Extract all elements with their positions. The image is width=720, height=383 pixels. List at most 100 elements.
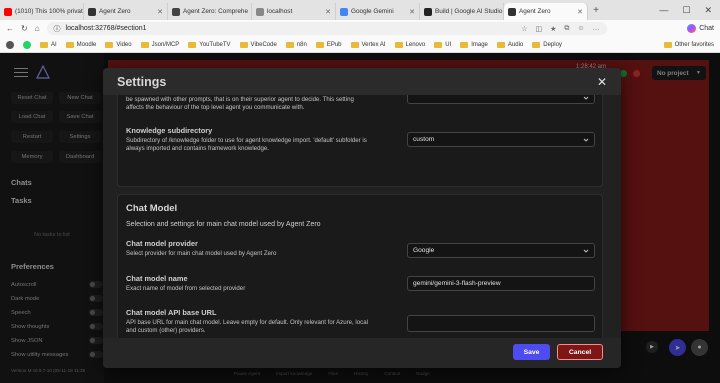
- model-name-desc: Exact name of model from selected provid…: [126, 285, 246, 292]
- browser-tab[interactable]: Agent Zero ✕: [84, 3, 168, 20]
- browser-tab-active[interactable]: Agent Zero ✕: [504, 3, 588, 20]
- folder-icon: [394, 41, 403, 48]
- knowledge-select[interactable]: custom: [407, 132, 595, 147]
- chat-model-title: Chat Model: [126, 203, 178, 214]
- favorites-icon[interactable]: ★: [550, 25, 556, 33]
- agent-intro-partial-1: be spawned with other prompts, that is o…: [126, 96, 354, 103]
- folder-icon: [350, 41, 359, 48]
- browser-tab-bar: (1010) This 100% privat✕ Agent Zero✕ Age…: [0, 0, 720, 20]
- provider-desc: Select provider for main chat model used…: [126, 250, 277, 257]
- folder-icon: [663, 41, 672, 48]
- profile-icon[interactable]: ☺: [577, 25, 584, 33]
- provider-label: Chat model provider: [126, 239, 198, 248]
- provider-select[interactable]: Google: [407, 243, 595, 258]
- api-base-input[interactable]: [407, 315, 595, 332]
- agent-zero-icon: [172, 7, 180, 16]
- bookmark-folder[interactable]: Lenovo: [394, 41, 425, 48]
- model-name-input[interactable]: gemini/gemini-3-flash-preview: [407, 276, 595, 291]
- bookmark-folder[interactable]: Image: [460, 41, 488, 48]
- refresh-icon[interactable]: ↻: [21, 24, 28, 33]
- close-tab-icon[interactable]: ✕: [577, 8, 583, 16]
- url-field[interactable]: ⓘ localhost:32768/#section1 ☆ ◫ ★ ⧉ ☺ …: [46, 22, 607, 35]
- minimize-icon[interactable]: —: [659, 5, 668, 16]
- settings-modal: Settings ✕ be spawned with other prompts…: [103, 68, 621, 368]
- bookmark-folder[interactable]: Video: [105, 41, 132, 48]
- model-name-setting: Chat model name Exact name of model from…: [126, 274, 406, 293]
- save-button[interactable]: Save: [513, 344, 550, 360]
- knowledge-setting: Knowledge subdirectory Subdirectory of /…: [126, 126, 406, 152]
- browser-tab[interactable]: localhost ✕: [252, 3, 336, 20]
- bookmark-folder[interactable]: AI: [40, 41, 57, 48]
- collections-icon[interactable]: ⧉: [564, 25, 569, 33]
- home-icon[interactable]: ⌂: [35, 24, 40, 33]
- agent-zero-icon: [88, 7, 96, 16]
- knowledge-desc-2: always imported and contains framework k…: [126, 144, 269, 152]
- folder-icon: [188, 41, 197, 48]
- bookmark-folder[interactable]: Json/MCP: [140, 41, 179, 48]
- copilot-button[interactable]: Chat: [687, 24, 714, 33]
- folder-icon: [140, 41, 149, 48]
- knowledge-label: Knowledge subdirectory: [126, 126, 213, 135]
- bookmark-folder[interactable]: YouTubeTV: [188, 41, 231, 48]
- bookmark-folder[interactable]: n8n: [285, 41, 307, 48]
- info-icon[interactable]: ⓘ: [54, 24, 61, 34]
- modal-header: Settings ✕: [103, 68, 621, 95]
- bookmark-folder[interactable]: Vertex AI: [350, 41, 386, 48]
- bookmark-round-icon: [6, 40, 14, 49]
- window-controls: — ☐ ✕: [659, 5, 720, 16]
- bookmark-folder[interactable]: Audio: [496, 41, 523, 48]
- chat-model-section: Chat Model Selection and settings for ma…: [117, 194, 603, 338]
- api-base-setting: Chat model API base URL API base URL for…: [126, 308, 406, 334]
- ai-studio-icon: [424, 7, 432, 16]
- model-name-label: Chat model name: [126, 274, 188, 283]
- folder-icon: [239, 41, 248, 48]
- close-icon[interactable]: ✕: [597, 75, 607, 89]
- folder-icon: [315, 41, 324, 48]
- agent-prompt-select[interactable]: [407, 95, 595, 104]
- folder-icon: [434, 41, 443, 48]
- browser-tab[interactable]: Agent Zero: Comprehe✕: [168, 3, 252, 20]
- chat-model-desc: Selection and settings for main chat mod…: [126, 221, 321, 228]
- gemini-icon: [340, 7, 348, 16]
- bookmark-folder[interactable]: UI: [434, 41, 451, 48]
- agent-zero-icon: [508, 7, 516, 16]
- knowledge-desc-1: Subdirectory of /knowledge folder to use…: [126, 137, 367, 144]
- other-favorites[interactable]: Other favorites: [663, 41, 714, 48]
- bookmark-icon-1[interactable]: [6, 40, 14, 49]
- api-base-label: Chat model API base URL: [126, 308, 217, 317]
- api-base-desc-2: and custom (other) providers.: [126, 326, 206, 334]
- star-icon[interactable]: ☆: [521, 25, 527, 33]
- close-tab-icon[interactable]: ✕: [157, 8, 163, 16]
- cancel-button[interactable]: Cancel: [557, 344, 603, 360]
- back-icon[interactable]: ←: [6, 24, 14, 33]
- bookmark-folder[interactable]: EPub: [315, 41, 342, 48]
- maximize-icon[interactable]: ☐: [682, 5, 690, 16]
- folder-icon: [65, 41, 74, 48]
- browser-tab[interactable]: (1010) This 100% privat✕: [0, 3, 84, 20]
- bookmark-folder[interactable]: VibeCode: [239, 41, 277, 48]
- url-text: localhost:32768/#section1: [65, 25, 147, 32]
- close-tab-icon[interactable]: ✕: [325, 8, 331, 16]
- folder-icon: [105, 41, 114, 48]
- bookmark-folder[interactable]: Moodle: [65, 41, 96, 48]
- agent-config-section: be spawned with other prompts, that is o…: [117, 95, 603, 187]
- modal-footer: Save Cancel: [103, 338, 621, 368]
- chevron-down-icon: [583, 249, 589, 253]
- close-tab-icon[interactable]: ✕: [409, 8, 415, 16]
- new-tab-button[interactable]: +: [588, 5, 604, 16]
- folder-icon: [532, 41, 541, 48]
- more-icon[interactable]: …: [593, 25, 600, 33]
- bookmark-icon-2[interactable]: [23, 40, 31, 49]
- folder-icon: [496, 41, 505, 48]
- copilot-icon: [687, 24, 697, 33]
- folder-icon: [460, 41, 469, 48]
- browser-tab[interactable]: Google Gemini ✕: [336, 3, 420, 20]
- chevron-down-icon: [583, 96, 589, 100]
- provider-setting: Chat model provider Select provider for …: [126, 239, 406, 258]
- close-window-icon[interactable]: ✕: [704, 5, 712, 16]
- browser-tab[interactable]: Build | Google AI Studio✕: [420, 3, 504, 20]
- bookmark-folder[interactable]: Deploy: [532, 41, 562, 48]
- settings-scroll-area[interactable]: be spawned with other prompts, that is o…: [103, 95, 621, 338]
- split-screen-icon[interactable]: ◫: [535, 25, 542, 33]
- folder-icon: [285, 41, 294, 48]
